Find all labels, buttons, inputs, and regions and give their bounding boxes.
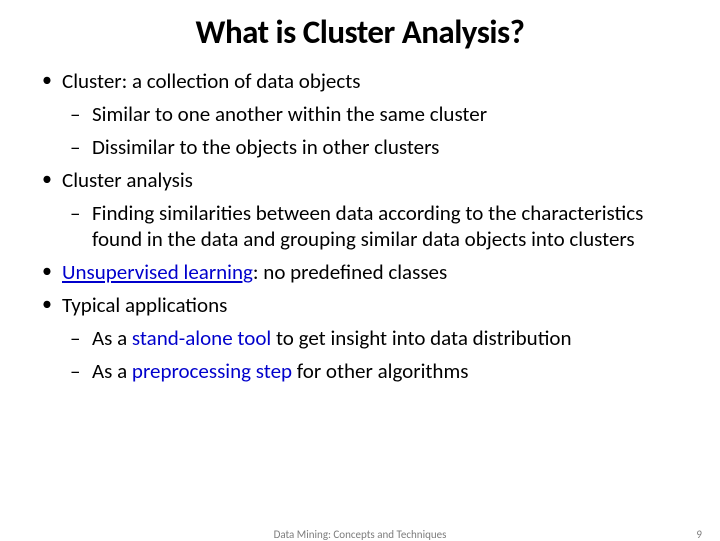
bullet-highlight: preprocessing step bbox=[132, 358, 292, 384]
sub-bullet-list: Finding similarities between data accord… bbox=[62, 200, 686, 254]
bullet-item: Cluster analysis Finding similarities be… bbox=[34, 167, 686, 254]
bullet-text: Typical applications bbox=[62, 292, 227, 318]
bullet-highlight: stand-alone tool bbox=[132, 325, 271, 351]
bullet-highlight: Unsupervised learning bbox=[62, 259, 253, 285]
sub-bullet-text: Similar to one another within the same c… bbox=[92, 101, 487, 127]
sub-bullet-text: Dissimilar to the objects in other clust… bbox=[92, 134, 439, 160]
bullet-text: : no predefined classes bbox=[253, 259, 447, 285]
bullet-list: Cluster: a collection of data objects Si… bbox=[34, 68, 686, 385]
sub-bullet-item: As a preprocessing step for other algori… bbox=[64, 358, 686, 385]
bullet-item: Unsupervised learning: no predefined cla… bbox=[34, 259, 686, 286]
bullet-text: Cluster analysis bbox=[62, 167, 193, 193]
bullet-item: Typical applications As a stand-alone to… bbox=[34, 292, 686, 385]
page-number: 9 bbox=[696, 528, 702, 541]
sub-bullet-item: As a stand-alone tool to get insight int… bbox=[64, 325, 686, 352]
sub-bullet-text: to get insight into data distribution bbox=[271, 325, 571, 351]
footer-text: Data Mining: Concepts and Techniques bbox=[274, 528, 447, 541]
sub-bullet-list: Similar to one another within the same c… bbox=[62, 101, 686, 161]
sub-bullet-text: As a bbox=[92, 325, 132, 351]
sub-bullet-text: As a bbox=[92, 358, 132, 384]
slide-title: What is Cluster Analysis? bbox=[34, 12, 686, 52]
bullet-text: Cluster: a collection of data objects bbox=[62, 68, 361, 94]
sub-bullet-text: Finding similarities between data accord… bbox=[92, 200, 643, 253]
sub-bullet-text: for other algorithms bbox=[292, 358, 468, 384]
bullet-item: Cluster: a collection of data objects Si… bbox=[34, 68, 686, 161]
sub-bullet-list: As a stand-alone tool to get insight int… bbox=[62, 325, 686, 385]
sub-bullet-item: Finding similarities between data accord… bbox=[64, 200, 686, 254]
sub-bullet-item: Dissimilar to the objects in other clust… bbox=[64, 134, 686, 161]
sub-bullet-item: Similar to one another within the same c… bbox=[64, 101, 686, 128]
